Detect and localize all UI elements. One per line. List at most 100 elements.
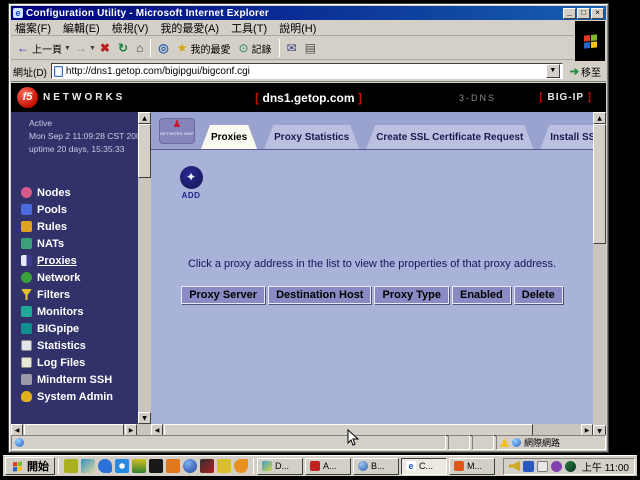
sidebar-item-statistics[interactable]: Statistics bbox=[21, 337, 135, 354]
address-url: http://dns1.getop.com/bigipgui/bigconf.c… bbox=[66, 66, 543, 77]
tray-icon[interactable] bbox=[551, 461, 562, 472]
close-button[interactable]: × bbox=[591, 8, 604, 19]
scroll-up-icon[interactable]: ▲ bbox=[138, 112, 151, 124]
ie-icon: e bbox=[406, 461, 416, 471]
sidebar-item-network[interactable]: Network bbox=[21, 269, 135, 286]
sidebar-item-rules[interactable]: Rules bbox=[21, 218, 135, 235]
sidebar-item-log-files[interactable]: Log Files bbox=[21, 354, 135, 371]
proxies-icon bbox=[21, 255, 32, 266]
hostname-text: dns1.getop.com bbox=[262, 91, 354, 105]
maximize-button[interactable]: □ bbox=[577, 8, 590, 19]
menu-tools[interactable]: 工具(T) bbox=[231, 20, 267, 36]
system-tray: 上午 11:00 bbox=[503, 458, 635, 475]
sidebar-vertical-scrollbar[interactable]: ▲ ▼ bbox=[138, 112, 151, 424]
search-button[interactable]: ◎ bbox=[154, 38, 172, 58]
back-button[interactable]: ← 上一頁 bbox=[13, 38, 66, 58]
volume-icon[interactable] bbox=[509, 461, 520, 472]
forward-dropdown[interactable]: ▼ bbox=[89, 45, 96, 52]
column-proxy-type[interactable]: Proxy Type bbox=[374, 286, 449, 304]
go-button[interactable]: ➔ 移至 bbox=[567, 64, 604, 79]
scrollbar-thumb[interactable] bbox=[593, 124, 606, 244]
back-label: 上一頁 bbox=[32, 41, 62, 56]
instruction-text: Click a proxy address in the list to vie… bbox=[161, 258, 583, 270]
column-enabled[interactable]: Enabled bbox=[452, 286, 511, 304]
quick-launch-icon[interactable] bbox=[98, 459, 112, 473]
quick-launch-icon[interactable] bbox=[81, 459, 95, 473]
home-button[interactable]: ⌂ bbox=[132, 38, 147, 58]
network-map-button[interactable]: ♟ NETWORK MAP bbox=[159, 118, 195, 144]
task-button-2[interactable]: A... bbox=[305, 458, 351, 475]
main-vertical-scrollbar[interactable]: ▲ ▼ bbox=[593, 112, 606, 437]
menu-favorites[interactable]: 我的最愛(A) bbox=[160, 20, 219, 36]
sidebar-item-filters[interactable]: Filters bbox=[21, 286, 135, 303]
tab-proxy-statistics[interactable]: Proxy Statistics bbox=[264, 125, 359, 149]
scroll-up-icon[interactable]: ▲ bbox=[593, 112, 606, 124]
menu-bar: 檔案(F) 編輯(E) 檢視(V) 我的最愛(A) 工具(T) 說明(H) bbox=[11, 21, 574, 36]
sidebar-item-mindterm-ssh[interactable]: Mindterm SSH bbox=[21, 371, 135, 388]
history-button[interactable]: ⊙ 記錄 bbox=[235, 38, 276, 58]
scroll-down-icon[interactable]: ▼ bbox=[138, 412, 151, 424]
sidebar-item-proxies[interactable]: Proxies bbox=[21, 252, 135, 269]
forward-button[interactable]: → bbox=[71, 38, 91, 58]
task-button-1[interactable]: D... bbox=[257, 458, 303, 475]
menu-edit[interactable]: 編輯(E) bbox=[63, 20, 100, 36]
quick-launch-icon[interactable] bbox=[200, 459, 214, 473]
print-button[interactable]: ▤ bbox=[301, 38, 320, 58]
address-dropdown[interactable]: ▼ bbox=[546, 64, 560, 78]
scrollbar-thumb[interactable] bbox=[138, 124, 151, 178]
display-tray-icon[interactable] bbox=[537, 461, 548, 472]
antivirus-tray-icon[interactable] bbox=[565, 461, 576, 472]
menu-help[interactable]: 說明(H) bbox=[279, 20, 316, 36]
task-button-configuration-utility[interactable]: eC... bbox=[401, 458, 447, 475]
column-proxy-server[interactable]: Proxy Server bbox=[181, 286, 265, 304]
title-bar: e Configuration Utility - Microsoft Inte… bbox=[11, 6, 606, 20]
status-datetime: Mon Sep 2 11:09:28 CST 2002 bbox=[29, 130, 151, 143]
quick-launch-icon[interactable] bbox=[132, 459, 146, 473]
tab-create-ssl-certificate-request[interactable]: Create SSL Certificate Request bbox=[366, 125, 533, 149]
bracket-right: ] bbox=[358, 91, 362, 105]
back-dropdown[interactable]: ▼ bbox=[64, 45, 71, 52]
tab-proxies[interactable]: Proxies bbox=[201, 125, 257, 149]
sidebar-item-nats[interactable]: NATs bbox=[21, 235, 135, 252]
quick-launch-icon[interactable] bbox=[115, 459, 129, 473]
sidebar-item-system-admin[interactable]: System Admin bbox=[21, 388, 135, 405]
task-button-3[interactable]: B... bbox=[353, 458, 399, 475]
status-pane-main bbox=[11, 435, 446, 450]
add-proxy-button[interactable]: ✦ bbox=[180, 166, 203, 189]
column-destination-host[interactable]: Destination Host bbox=[268, 286, 371, 304]
network-tray-icon[interactable] bbox=[523, 461, 534, 472]
quick-launch-icon[interactable] bbox=[149, 459, 163, 473]
address-input[interactable]: http://dns1.getop.com/bigipgui/bigconf.c… bbox=[51, 63, 563, 79]
quick-launch-icon[interactable] bbox=[166, 459, 180, 473]
sidebar-item-bigpipe[interactable]: BIGpipe bbox=[21, 320, 135, 337]
column-delete[interactable]: Delete bbox=[514, 286, 563, 304]
menu-file[interactable]: 檔案(F) bbox=[15, 20, 51, 36]
statistics-icon bbox=[21, 340, 32, 351]
rules-icon bbox=[21, 221, 32, 232]
start-button[interactable]: 開始 bbox=[5, 457, 55, 475]
favorites-button[interactable]: ★ 我的最愛 bbox=[173, 38, 235, 58]
print-icon: ▤ bbox=[305, 42, 316, 54]
home-icon: ⌂ bbox=[136, 42, 143, 54]
quick-launch-icon[interactable] bbox=[183, 459, 197, 473]
sidebar-item-monitors[interactable]: Monitors bbox=[21, 303, 135, 320]
alert-icon bbox=[500, 438, 509, 447]
minimize-button[interactable]: _ bbox=[563, 8, 576, 19]
sidebar-item-pools[interactable]: Pools bbox=[21, 201, 135, 218]
mail-button[interactable]: ✉ bbox=[283, 38, 301, 58]
refresh-button[interactable]: ↻ bbox=[114, 38, 132, 58]
add-label: ADD bbox=[171, 191, 211, 200]
stop-button[interactable]: ✖ bbox=[96, 38, 114, 58]
task-button-5[interactable]: M... bbox=[449, 458, 495, 475]
menu-view[interactable]: 檢視(V) bbox=[112, 20, 149, 36]
f5-banner: f5 NETWORKS [ dns1.getop.com ] 3-DNS [ B… bbox=[11, 83, 606, 112]
refresh-icon: ↻ bbox=[118, 42, 128, 54]
tab-bar: Proxies Proxy Statistics Create SSL Cert… bbox=[201, 125, 606, 149]
product-3dns-label: 3-DNS bbox=[459, 93, 496, 103]
quick-launch-icon[interactable] bbox=[217, 459, 231, 473]
sidebar-item-nodes[interactable]: Nodes bbox=[21, 184, 135, 201]
quick-launch-icon[interactable] bbox=[234, 459, 248, 473]
status-uptime: uptime 20 days, 15:35:33 bbox=[29, 143, 151, 156]
quick-launch-icon[interactable] bbox=[64, 459, 78, 473]
bigpipe-icon bbox=[21, 323, 32, 334]
